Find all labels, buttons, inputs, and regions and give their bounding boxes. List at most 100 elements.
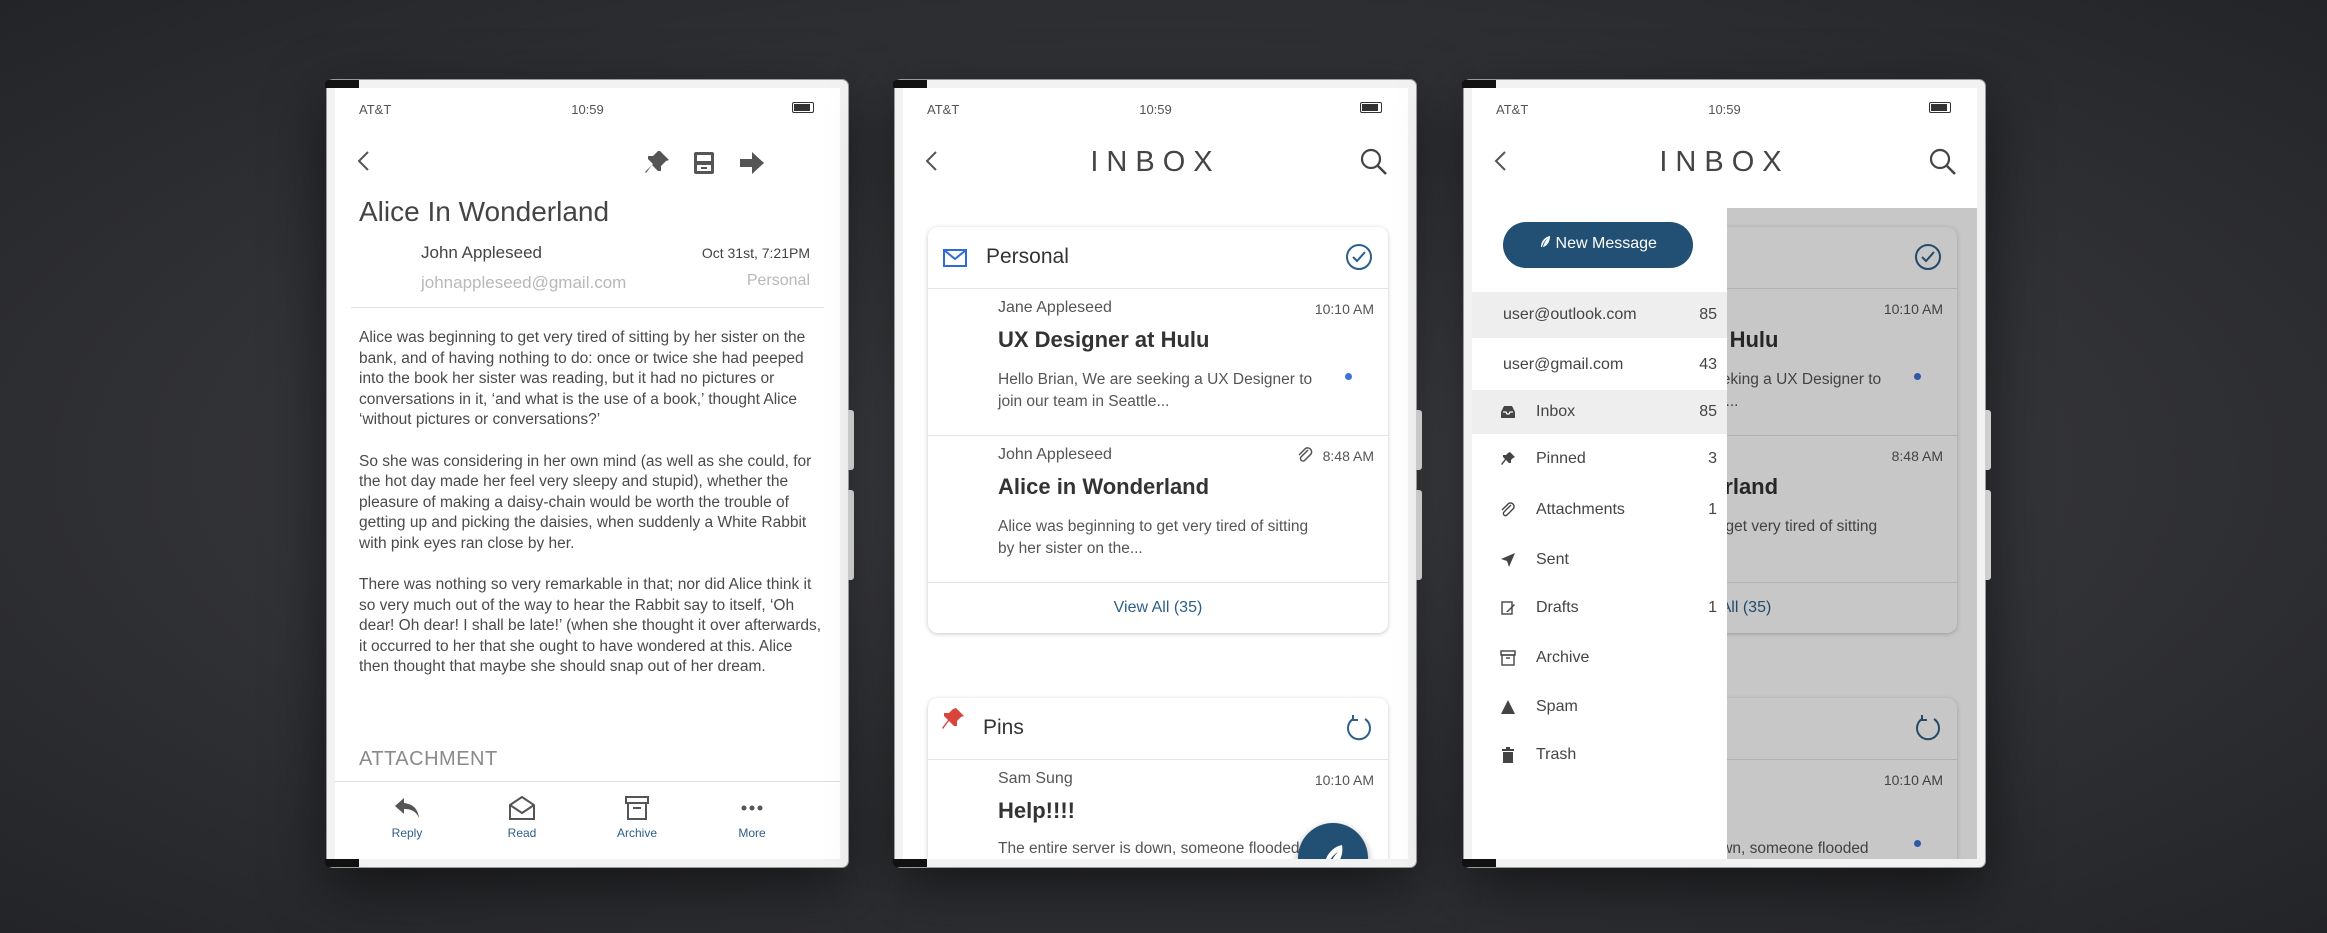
divider [351, 307, 824, 308]
folder-label: Attachments [1536, 501, 1625, 518]
pin-icon [1501, 452, 1515, 465]
account-label: user@gmail.com [1503, 356, 1624, 373]
arrow-right-icon [740, 152, 764, 174]
email-subject: Alice In Wonderland [359, 196, 610, 227]
pin-button[interactable] [640, 146, 674, 180]
email-folder: Personal [746, 272, 810, 289]
phone-inbox-drawer: Personal 10:10 AM UX Designer at Hulu He… [1462, 80, 1991, 867]
mail-preview: Alice was beginning to get very tired of… [998, 518, 1309, 557]
search-button[interactable] [1358, 146, 1390, 178]
phone-email-detail: AT&T 10:59 Alice In Wonderland John Appl… [325, 80, 854, 867]
folder-item-trash[interactable]: Trash [1472, 733, 1727, 777]
more-tab[interactable]: More [712, 794, 792, 840]
archive-tab[interactable]: Archive [597, 794, 677, 840]
mail-sender: Jane Appleseed [998, 299, 1112, 316]
reply-label: Reply [391, 826, 423, 840]
folder-item-pinned[interactable]: Pinned 3 [1472, 437, 1727, 481]
folder-item-drafts[interactable]: Drafts 1 [1472, 586, 1727, 630]
page-title: INBOX [1659, 146, 1790, 178]
body-paragraph: Alice was beginning to get very tired of… [359, 329, 806, 428]
read-tab[interactable]: Read [482, 794, 562, 840]
quill-icon [1325, 845, 1343, 859]
inbox-screen: AT&T 10:59 INBOX Personal Jane Appleseed… [903, 88, 1408, 859]
account-label: user@outlook.com [1503, 306, 1637, 323]
email-body: Alice was beginning to get very tired of… [359, 328, 825, 699]
battery-icon [1360, 102, 1382, 113]
forward-button[interactable] [735, 146, 769, 180]
mail-time: 10:10 AM [1314, 772, 1374, 788]
folder-item-sent[interactable]: Sent [1472, 538, 1727, 582]
status-bar: AT&T 10:59 [335, 88, 840, 122]
folder-label: Inbox [1536, 403, 1576, 420]
folder-item-archive[interactable]: Archive [1472, 636, 1727, 680]
mail-subject: UX Designer at Hulu [998, 327, 1210, 352]
view-all-link[interactable]: View All (35) [928, 583, 1388, 633]
folder-label: Sent [1536, 551, 1569, 568]
reply-tab[interactable]: Reply [367, 794, 447, 840]
mail-preview: Hello Brian, We are seeking a UX Designe… [998, 371, 1313, 410]
body-paragraph: There was nothing so very remarkable in … [359, 576, 822, 675]
reply-icon [395, 798, 419, 818]
phone-inbox: AT&T 10:59 INBOX Personal Jane Appleseed… [893, 80, 1422, 867]
account-item-gmail[interactable]: user@gmail.com 43 [1472, 342, 1727, 388]
folder-count: 1 [1708, 599, 1717, 616]
folder-label: Pinned [1536, 450, 1586, 467]
folder-count: 85 [1699, 403, 1717, 420]
trash-icon [1502, 747, 1514, 763]
quill-icon [1541, 236, 1551, 247]
status-bar: AT&T 10:59 [903, 88, 1408, 122]
new-message-button[interactable]: New Message [1503, 222, 1693, 268]
bottom-toolbar: Reply Read Archive More [335, 781, 840, 859]
email-sender: John Appleseed [421, 243, 542, 262]
unread-dot [1345, 373, 1352, 380]
mail-sender: John Appleseed [998, 446, 1112, 463]
clock-label: 10:59 [571, 102, 604, 117]
archive-box-icon [694, 152, 714, 174]
mail-sender: Sam Sung [998, 770, 1073, 787]
mail-time: 10:10 AM [1314, 301, 1374, 317]
compose-fab[interactable] [1298, 823, 1368, 859]
chevron-left-icon [357, 151, 369, 171]
archive-button[interactable] [687, 146, 721, 180]
list-item[interactable]: John Appleseed 8:48 AM Alice in Wonderla… [928, 436, 1388, 583]
drafts-icon [1501, 601, 1515, 615]
inbox-icon [1501, 406, 1515, 418]
battery-icon [1929, 102, 1951, 113]
list-item[interactable]: Jane Appleseed 10:10 AM UX Designer at H… [928, 289, 1388, 436]
attachment-heading: ATTACHMENT [359, 748, 498, 770]
clock-label: 10:59 [1139, 102, 1172, 117]
email-detail-screen: AT&T 10:59 Alice In Wonderland John Appl… [335, 88, 840, 859]
folder-item-inbox[interactable]: Inbox 85 [1472, 390, 1727, 434]
check-circle-icon[interactable] [1344, 242, 1374, 272]
email-date: Oct 31st, 7:21PM [701, 245, 810, 261]
folder-label: Spam [1536, 698, 1578, 715]
folder-count: 1 [1708, 501, 1717, 518]
personal-card: Personal Jane Appleseed 10:10 AM UX Desi… [928, 227, 1388, 633]
archive-icon [1500, 650, 1516, 666]
search-button[interactable] [1927, 146, 1959, 178]
search-icon [1929, 148, 1956, 175]
send-icon [1501, 553, 1515, 567]
back-button[interactable] [349, 146, 379, 176]
new-message-label: New Message [1555, 235, 1657, 252]
refresh-circle-icon[interactable] [1344, 713, 1374, 743]
folder-count: 3 [1708, 450, 1717, 467]
email-address[interactable]: johnappleseed@gmail.com [421, 273, 626, 293]
account-item-outlook[interactable]: user@outlook.com 85 [1472, 292, 1727, 338]
status-bar: AT&T 10:59 [1472, 88, 1977, 122]
archive-label: Archive [616, 826, 657, 840]
envelope-icon [943, 249, 967, 267]
drawer-screen: Personal 10:10 AM UX Designer at Hulu He… [1472, 88, 1977, 859]
read-label: Read [507, 826, 537, 840]
body-paragraph: So she was considering in her own mind (… [359, 452, 812, 552]
page-title: INBOX [1090, 146, 1221, 178]
app-header: AT&T 10:59 INBOX [1472, 88, 1977, 208]
folder-item-spam[interactable]: Spam [1472, 685, 1727, 729]
battery-icon [792, 102, 814, 113]
clock-label: 10:59 [1708, 102, 1741, 117]
archive-icon [625, 796, 649, 820]
navigation-drawer: New Message user@outlook.com 85 user@gma… [1472, 208, 1727, 859]
more-label: More [738, 826, 766, 840]
folder-item-attachments[interactable]: Attachments 1 [1472, 488, 1727, 532]
card-header: Personal [928, 227, 1388, 289]
